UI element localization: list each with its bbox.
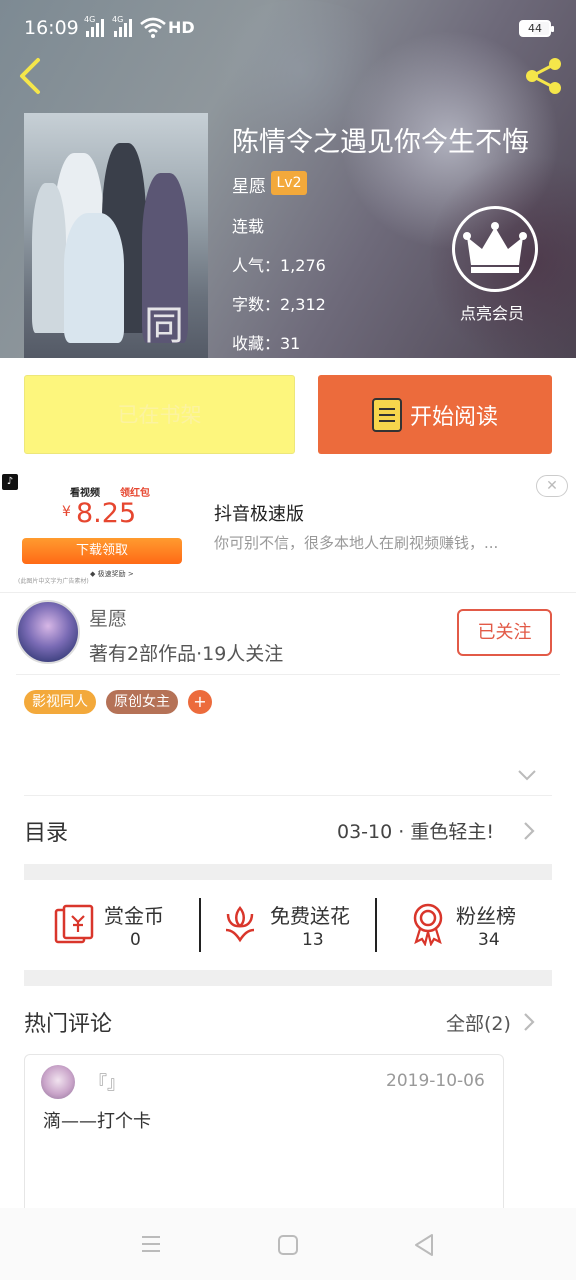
battery-icon: 44	[519, 20, 554, 37]
book-icon	[371, 397, 402, 432]
reward-coins-label: 赏金币	[104, 904, 164, 928]
ad-image-text: 看视频	[70, 488, 100, 499]
book-detail-screen: 16:09 4G 4G HD 44 同 陈情令之遇见你今生不悔 星愿 Lv2 连…	[0, 0, 576, 1280]
book-author[interactable]: 星愿	[232, 172, 266, 197]
wifi-icon	[140, 17, 166, 38]
start-reading-button[interactable]: 开始阅读	[318, 375, 552, 454]
book-favorites: 收藏：31	[232, 334, 301, 353]
chevron-down-icon[interactable]	[516, 766, 538, 784]
book-popularity: 人气：1,276	[232, 256, 326, 275]
chevron-right-icon[interactable]	[522, 820, 536, 842]
cell-signal-icon: 4G	[84, 15, 104, 37]
divider	[375, 898, 377, 952]
cell-signal-icon: 4G	[112, 15, 132, 37]
commenter-avatar[interactable]	[41, 1065, 75, 1099]
start-reading-label: 开始阅读	[409, 404, 498, 430]
ad-currency: ¥	[62, 504, 71, 520]
in-bookshelf-button[interactable]: 已在书架	[24, 375, 295, 454]
section-separator	[24, 864, 552, 880]
toc-latest-chapter[interactable]: 03-10 · 重色轻主!	[337, 817, 494, 844]
red-envelope-icon	[54, 904, 94, 944]
author-name[interactable]: 星愿	[89, 604, 127, 631]
book-cover-image[interactable]: 同 道	[24, 113, 208, 358]
ad-image-disclaimer: (此图片中文字为广告素材)	[18, 578, 89, 585]
author-info: 著有2部作品·19人关注	[89, 643, 284, 665]
book-header: 16:09 4G 4G HD 44 同 陈情令之遇见你今生不悔 星愿 Lv2 连…	[0, 0, 576, 358]
ad-description: 你可别不信，很多本地人在刷视频赚钱，...	[214, 534, 499, 552]
divider	[199, 898, 201, 952]
vip-label[interactable]: 点亮会员	[460, 300, 524, 324]
crown-icon	[463, 222, 527, 273]
author-avatar[interactable]	[16, 600, 80, 664]
author-level-badge: Lv2	[271, 171, 307, 195]
status-time: 16:09	[24, 17, 79, 39]
ad-title: 抖音极速版	[214, 504, 304, 525]
ad-image-text: 领红包	[120, 488, 150, 499]
ad-amount: 8.25	[76, 498, 137, 529]
add-tag-button[interactable]: +	[188, 690, 212, 714]
book-title: 陈情令之遇见你今生不悔	[232, 127, 529, 158]
medal-icon	[413, 903, 443, 946]
tag-fanfiction[interactable]: 影视同人	[24, 690, 96, 714]
divider	[24, 795, 552, 796]
system-navigation-bar	[0, 1208, 576, 1280]
tiktok-logo-icon: ♪	[2, 474, 18, 490]
commenter-name[interactable]: 『』	[89, 1069, 125, 1095]
ad-banner[interactable]: ♪ 看视频 领红包 ¥ 8.25 下载领取 ◆ 极速奖励 > (此图片中文字为广…	[0, 470, 576, 592]
ad-download-button[interactable]: 下载领取	[22, 538, 182, 564]
ad-image[interactable]: 看视频 领红包 ¥ 8.25 下载领取 ◆ 极速奖励 > (此图片中文字为广告素…	[18, 476, 188, 586]
network-type-label: 4G	[112, 15, 124, 24]
reward-coins-value: 0	[130, 930, 141, 950]
free-flowers-label: 免费送花	[270, 904, 350, 928]
comment-date: 2019-10-06	[386, 1071, 485, 1091]
hot-comments-title: 热门评论	[24, 1012, 113, 1037]
menu-icon[interactable]	[140, 1234, 162, 1254]
book-word-count: 字数：2,312	[232, 295, 326, 314]
ad-image-small-text: ◆ 极速奖励 >	[90, 570, 134, 578]
flower-icon	[225, 906, 255, 943]
vip-button[interactable]	[452, 206, 538, 292]
network-type-label: 4G	[84, 15, 96, 24]
divider	[0, 592, 576, 593]
hd-indicator: HD	[168, 18, 195, 37]
tag-original-female[interactable]: 原创女主	[106, 690, 178, 714]
reward-coins-stat[interactable]: 赏金币 0	[52, 896, 182, 956]
chevron-right-icon[interactable]	[522, 1011, 536, 1033]
home-icon[interactable]	[277, 1234, 299, 1256]
back-triangle-icon[interactable]	[413, 1233, 435, 1257]
follow-button[interactable]: 已关注	[457, 609, 552, 656]
free-flowers-value: 13	[302, 930, 324, 950]
comment-text: 滴——打个卡	[43, 1111, 151, 1132]
share-icon[interactable]	[522, 56, 566, 96]
cover-calligraphy: 同 道	[144, 303, 184, 349]
toc-label[interactable]: 目录	[24, 815, 68, 847]
comment-card[interactable]: 『』 2019-10-06 滴——打个卡	[24, 1054, 504, 1224]
fan-ranking-label: 粉丝榜	[456, 904, 516, 928]
fan-ranking-stat[interactable]: 粉丝榜 34	[408, 896, 538, 956]
section-separator	[24, 970, 552, 986]
free-flowers-stat[interactable]: 免费送花 13	[218, 896, 368, 956]
fan-ranking-value: 34	[478, 930, 500, 950]
book-status: 连载	[232, 217, 265, 236]
status-bar: 16:09 4G 4G HD 44	[0, 0, 576, 56]
divider	[16, 674, 560, 675]
back-arrow-icon[interactable]	[12, 56, 48, 96]
all-comments-link[interactable]: 全部(2)	[446, 1009, 511, 1036]
ad-close-button[interactable]: ✕	[536, 475, 568, 497]
